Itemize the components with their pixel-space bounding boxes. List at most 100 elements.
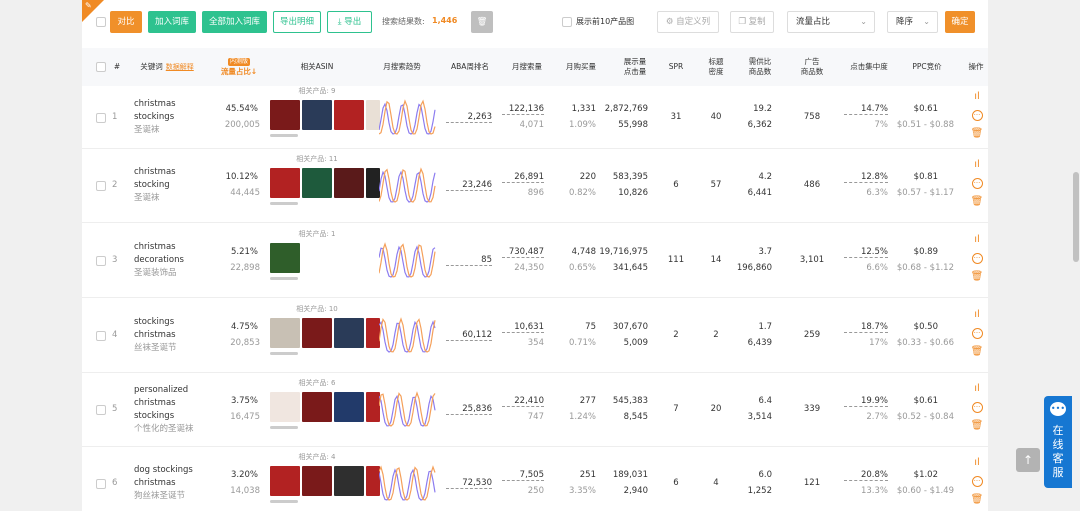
bar-chart-icon[interactable]: ıl [974,384,980,394]
product-thumbnail[interactable] [302,466,332,496]
monthly-search[interactable]: 22,410 [502,396,544,407]
col-aba[interactable]: ABA周排名 [442,48,498,86]
confirm-button[interactable]: 确定 [945,11,975,33]
col-spr[interactable]: SPR [662,48,690,86]
copy-button[interactable]: ❐ 复制 [730,11,774,33]
more-icon[interactable]: ··· [971,252,983,264]
row-checkbox[interactable] [96,405,106,415]
monthly-search[interactable]: 7,505 [502,470,544,481]
search-trend-sparkline[interactable] [379,464,437,504]
product-thumbnail[interactable] [366,99,380,130]
col-monthly-search[interactable]: 月搜索量 [502,48,552,86]
sort-field-select[interactable]: 流量占比 ⌄ [787,11,875,33]
search-trend-sparkline[interactable] [379,241,437,281]
product-thumbnails[interactable] [270,242,300,273]
trash-icon[interactable]: 🗑 [971,197,984,207]
keyword-text[interactable]: christmas stockings [134,98,206,124]
more-icon[interactable]: ··· [971,327,983,339]
bar-chart-icon[interactable]: ıl [974,309,980,320]
data-explain-link[interactable]: 数据解释 [166,62,194,72]
thumbnail-scrollbar[interactable] [270,276,298,280]
select-all-checkbox[interactable] [96,17,106,27]
aba-rank[interactable]: 72,530 [446,478,492,489]
product-thumbnail[interactable] [270,392,300,422]
row-checkbox[interactable] [96,181,106,191]
scrollbar-thumb[interactable] [1073,172,1079,262]
search-trend-sparkline[interactable] [379,98,437,138]
product-thumbnail[interactable] [366,392,380,422]
keyword-cell[interactable]: christmas stocking 圣诞袜 [134,166,206,205]
col-ppc[interactable]: PPC竞价 [902,48,952,86]
keyword-cell[interactable]: personalized christmas stockings 个性化的圣诞袜 [134,384,206,436]
aba-rank[interactable]: 85 [446,255,492,266]
product-thumbnails[interactable] [270,99,380,130]
click-concentration[interactable]: 19.9% [844,396,888,407]
more-icon[interactable]: ··· [971,109,983,121]
trash-icon[interactable]: 🗑 [971,495,984,505]
row-checkbox[interactable] [96,255,106,266]
keyword-text[interactable]: christmas decorations [134,241,206,267]
product-thumbnail[interactable] [334,317,364,348]
keyword-text[interactable]: dog stockings christmas [134,464,206,490]
thumbnail-scrollbar[interactable] [270,500,298,503]
keyword-text[interactable]: personalized christmas stockings [134,384,206,423]
product-thumbnail[interactable] [270,99,300,130]
row-checkbox[interactable] [96,330,106,341]
aba-rank[interactable]: 60,112 [446,330,492,341]
keyword-cell[interactable]: dog stockings christmas 狗丝袜圣诞节 [134,464,206,503]
product-thumbnail[interactable] [334,99,364,130]
thumbnail-scrollbar[interactable] [270,351,298,355]
keyword-cell[interactable]: christmas stockings 圣诞袜 [134,98,206,137]
page-scrollbar[interactable] [1072,0,1080,511]
product-thumbnails[interactable] [270,466,380,496]
product-thumbnail[interactable] [366,168,380,198]
trash-icon[interactable]: 🗑 [971,271,984,282]
monthly-search[interactable]: 122,136 [502,104,544,115]
col-monthly-purchase[interactable]: 月购买量 [556,48,606,86]
product-thumbnail[interactable] [334,466,364,496]
product-thumbnail[interactable] [302,168,332,198]
click-concentration[interactable]: 12.8% [844,172,888,183]
product-thumbnail[interactable] [270,317,300,348]
add-to-library-button[interactable]: 加入词库 [148,11,196,33]
header-checkbox[interactable] [96,62,106,72]
product-thumbnail[interactable] [270,242,300,273]
trash-icon[interactable]: 🗑 [971,346,984,357]
aba-rank[interactable]: 23,246 [446,180,492,191]
product-thumbnail[interactable] [334,392,364,422]
col-supply-ratio[interactable]: 需供比 商品数 [742,48,778,86]
add-all-to-library-button[interactable]: 全部加入词库 [202,11,267,33]
monthly-search[interactable]: 10,631 [502,322,544,333]
keyword-cell[interactable]: christmas decorations 圣诞装饰品 [134,241,206,280]
aba-rank[interactable]: 2,263 [446,112,492,123]
more-icon[interactable]: ··· [971,178,983,189]
back-to-top-button[interactable]: ↑ [1016,448,1040,472]
product-thumbnails[interactable] [270,392,380,422]
search-trend-sparkline[interactable] [379,166,437,206]
keyword-text[interactable]: stockings christmas [134,316,206,342]
export-details-button[interactable]: 导出明细 [273,11,321,33]
top10-checkbox[interactable] [562,17,572,27]
thumbnail-scrollbar[interactable] [270,426,298,429]
product-thumbnail[interactable] [366,466,380,496]
row-checkbox[interactable] [96,479,106,489]
col-impressions[interactable]: 展示量 点击量 [610,48,660,86]
monthly-search[interactable]: 730,487 [502,247,544,258]
bar-chart-icon[interactable]: ıl [974,160,980,170]
delete-button[interactable]: 🗑 [471,11,493,33]
col-click-concentration[interactable]: 点击集中度 [844,48,894,86]
product-thumbnail[interactable] [302,317,332,348]
product-thumbnail[interactable] [302,392,332,422]
keyword-cell[interactable]: stockings christmas 丝袜圣诞节 [134,316,206,355]
bar-chart-icon[interactable]: ıl [974,458,980,468]
bar-chart-icon[interactable]: ıl [974,234,980,245]
sort-order-select[interactable]: 降序 ⌄ [887,11,938,33]
aba-rank[interactable]: 25,836 [446,404,492,415]
click-concentration[interactable]: 12.5% [844,247,888,258]
product-thumbnails[interactable] [270,317,380,348]
search-trend-sparkline[interactable] [379,390,437,430]
more-icon[interactable]: ··· [971,402,983,413]
product-thumbnail[interactable] [366,317,380,348]
product-thumbnail[interactable] [270,466,300,496]
monthly-search[interactable]: 26,891 [502,172,544,183]
